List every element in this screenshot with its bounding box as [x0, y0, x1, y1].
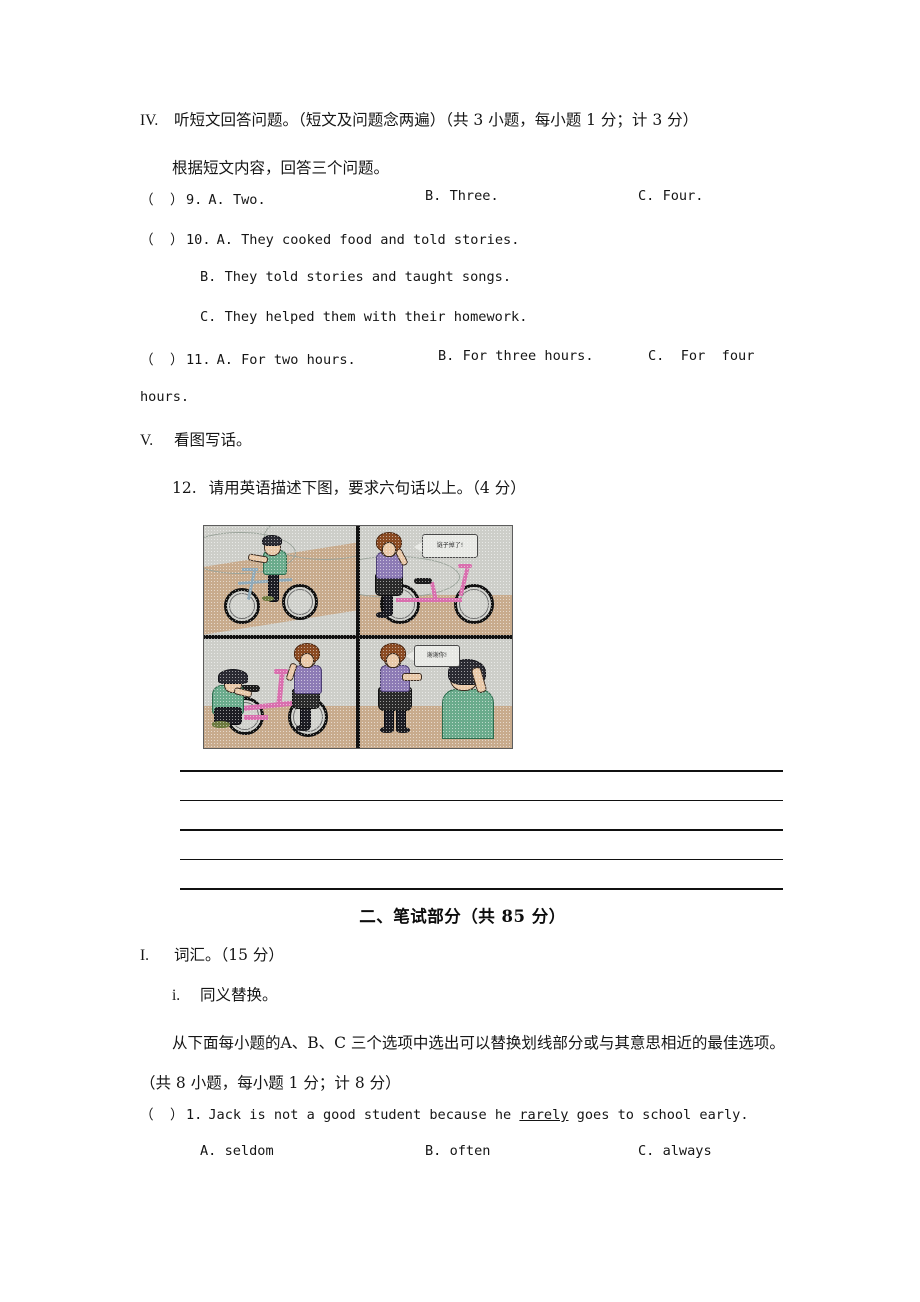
panel-4-girl-shoe-right [396, 727, 410, 733]
comic-panel-4: 谢谢你! [358, 637, 512, 748]
answer-line-5[interactable] [180, 888, 783, 890]
panel-3-handlebar [274, 669, 288, 674]
panel-1-shoe [262, 596, 274, 601]
option-11-c[interactable]: C. For four [648, 348, 754, 364]
panel-3-boy-cap [218, 669, 248, 684]
panel-2-handlebar [458, 564, 472, 568]
part-two-block: 二、笔试部分（共 85 分） I. 词汇。（15 分） i. 同义替换。 从下面… [140, 903, 785, 1183]
panel-2-bike-frame [396, 598, 462, 602]
section-subheading-4: 根据短文内容，回答三个问题。 [172, 159, 390, 177]
panel-4-girl-face [386, 653, 400, 668]
panel-2-saddle [414, 578, 432, 584]
panel-3-bike-seat-tube [276, 672, 285, 706]
answer-bracket-9[interactable]: （ ） [140, 188, 186, 208]
panel-3-girl-torso [294, 665, 322, 694]
written-answer-bracket-1[interactable]: （ ） [140, 1103, 186, 1123]
written-question-1-stem: Jack is not a good student because he ra… [208, 1107, 749, 1123]
written-question-1-options: A. seldom B. often C. always [140, 1143, 785, 1183]
panel-2-speech-bubble: 链子掉了! [422, 534, 478, 558]
panel-3-chain-guard [244, 715, 268, 720]
question-10-option-b-row: B. They told stories and taught songs. [140, 268, 785, 308]
panel-2-face [382, 542, 396, 557]
written-scoring: （共 8 小题，每小题 1 分；计 8 分） [140, 1074, 401, 1092]
question-number-10: 10. [186, 232, 211, 248]
option-9-c[interactable]: C. Four. [638, 188, 703, 204]
panel-2-speech-tail [414, 542, 422, 552]
question-number-9: 9. [186, 192, 203, 208]
section-heading-4: IV. 听短文回答问题。（短文及问题念两遍）（共 3 小题，每小题 1 分；计 … [140, 108, 785, 148]
option-9-b[interactable]: B. Three. [425, 188, 499, 204]
comic-gutter-horizontal [204, 635, 512, 639]
option-11-b[interactable]: B. For three hours. [438, 348, 594, 364]
section-numeral-4: IV. [140, 112, 159, 129]
question-number-11: 11. [186, 352, 211, 368]
panel-4-girl-shoe-left [380, 727, 394, 733]
panel-3-boy-shoe [212, 721, 230, 728]
written-section-heading-text-1: 词汇。（15 分） [174, 946, 284, 964]
written-option-1-b[interactable]: B. often [425, 1143, 490, 1159]
panel-1-wheel-front [282, 584, 318, 620]
written-subsection-heading-text: 同义替换。 [200, 986, 278, 1004]
question-9: （ ） 9. A. Two. B. Three. C. Four. [140, 188, 785, 228]
panel-4-girl-arm [402, 673, 422, 681]
picture-writing-figure: 链子掉了! 谢谢你! [203, 525, 513, 749]
answer-lines [180, 770, 783, 918]
section-heading-text-4: 听短文回答问题。（短文及问题念两遍）（共 3 小题，每小题 1 分；计 3 分） [174, 111, 699, 129]
written-subsection-numeral: i. [172, 987, 181, 1004]
panel-1-wheel-rear [224, 588, 260, 624]
written-option-1-a[interactable]: A. seldom [140, 1143, 274, 1159]
panel-3-girl-shoe [296, 725, 310, 731]
written-option-1-c[interactable]: C. always [638, 1143, 712, 1159]
written-section-numeral-1: I. [140, 947, 150, 964]
section-heading-5: V. 看图写话。 [140, 428, 785, 468]
option-11-a[interactable]: A. For two hours. [217, 352, 356, 368]
comic-strip: 链子掉了! 谢谢你! [203, 525, 513, 749]
panel-4-boy-torso [442, 689, 494, 739]
option-10-a[interactable]: A. They cooked food and told stories. [217, 232, 520, 248]
written-question-1: （ ） 1. Jack is not a good student becaus… [140, 1103, 785, 1143]
option-10-b[interactable]: B. They told stories and taught songs. [200, 269, 511, 285]
written-question-number-1: 1. [186, 1107, 203, 1123]
panel-4-speech-bubble: 谢谢你! [414, 645, 460, 667]
answer-bracket-10[interactable]: （ ） [140, 228, 186, 248]
page-content: IV. 听短文回答问题。（短文及问题念两遍）（共 3 小题，每小题 1 分；计 … [140, 108, 785, 1159]
underlined-word: rarely [519, 1107, 569, 1123]
comic-panel-3 [204, 637, 358, 748]
answer-line-3[interactable] [180, 829, 783, 831]
question-10-option-c-row: C. They helped them with their homework. [140, 308, 785, 348]
answer-bracket-11[interactable]: （ ） [140, 348, 186, 368]
panel-3-girl-face [300, 653, 314, 668]
written-instruction: 从下面每小题的A、B、C 三个选项中选出可以替换划线部分或与其意思相近的最佳选项… [172, 1034, 785, 1052]
answer-line-4[interactable] [180, 858, 783, 861]
comic-panel-2: 链子掉了! [358, 526, 512, 637]
section-heading-text-5: 看图写话。 [174, 431, 252, 449]
question-11: （ ） 11. A. For two hours. B. For three h… [140, 348, 785, 388]
question-11-wrap-text: hours. [140, 389, 190, 405]
panel-2-shoe [376, 612, 389, 618]
task-12: 12. 请用英语描述下图，要求六句话以上。（4 分） [140, 468, 785, 508]
question-11-wrap-row: hours. [140, 388, 785, 428]
question-10: （ ） 10. A. They cooked food and told sto… [140, 228, 785, 268]
option-9-a[interactable]: A. Two. [208, 192, 265, 208]
panel-4-speech-tail [406, 651, 414, 661]
panel-1-handlebar [242, 568, 258, 571]
answer-line-1[interactable] [180, 770, 783, 772]
task-12-text: 请用英语描述下图，要求六句话以上。（4 分） [208, 479, 526, 497]
task-12-number: 12. [172, 479, 197, 497]
section-numeral-5: V. [140, 432, 154, 449]
option-10-c[interactable]: C. They helped them with their homework. [200, 309, 527, 325]
written-subsection-heading: i. 同义替换。 [140, 983, 785, 1023]
comic-panel-1 [204, 526, 358, 637]
written-section-heading-1: I. 词汇。（15 分） [140, 943, 785, 983]
answer-line-2[interactable] [180, 799, 783, 802]
exam-page: IV. 听短文回答问题。（短文及问题念两遍）（共 3 小题，每小题 1 分；计 … [0, 0, 920, 1302]
panel-1-hair [262, 535, 282, 546]
part-two-heading: 二、笔试部分（共 85 分） [359, 907, 566, 926]
